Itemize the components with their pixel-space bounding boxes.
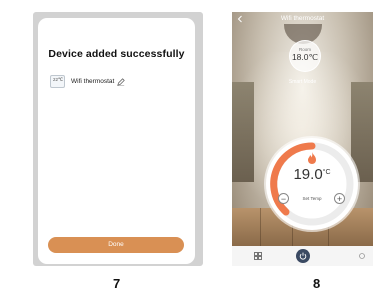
set-temp-label: Set Temp	[302, 196, 322, 201]
room-temperature: 18.0℃	[291, 52, 319, 62]
edit-pencil-icon[interactable]	[117, 77, 126, 86]
window-left	[232, 82, 254, 182]
device-row[interactable]: 22℃ Wifi thermostat	[50, 75, 126, 88]
flame-icon	[308, 152, 316, 164]
phone-screen-step-8: Wifi thermostat Room 18.0℃ Smart Mode 19…	[232, 12, 373, 266]
top-bar: Wifi thermostat	[232, 12, 373, 26]
done-button[interactable]: Done	[48, 237, 184, 253]
power-button[interactable]	[296, 249, 310, 263]
device-thumb-text: 22℃	[53, 77, 64, 82]
room-temperature-badge: Room 18.0℃	[289, 40, 321, 72]
bottom-bar	[232, 246, 373, 266]
decrease-temperature-button[interactable]: −	[278, 193, 289, 204]
set-temperature-unit: °C	[322, 169, 331, 176]
power-icon	[299, 252, 307, 260]
set-temperature-display: 19.0°C	[266, 166, 358, 183]
thermostat-thumbnail-icon: 22℃	[50, 75, 65, 88]
grid-icon[interactable]	[254, 252, 262, 260]
dialog-title: Device added successfully	[48, 48, 185, 60]
temperature-dial[interactable]: 19.0°C − Set Temp +	[266, 138, 358, 230]
device-added-dialog: Device added successfully 22℃ Wifi therm…	[38, 18, 195, 264]
step-number-8: 8	[313, 276, 321, 291]
increase-temperature-button[interactable]: +	[334, 193, 345, 204]
phone-screen-step-7: Device added successfully 22℃ Wifi therm…	[33, 12, 203, 266]
set-temperature-value: 19.0	[293, 166, 323, 183]
device-name: Wifi thermostat	[71, 78, 115, 85]
settings-icon[interactable]	[358, 252, 366, 260]
screen-title: Wifi thermostat	[280, 15, 325, 22]
mode-label: Smart Mode	[288, 79, 317, 85]
floor-plank	[260, 208, 261, 246]
step-number-7: 7	[113, 276, 121, 291]
